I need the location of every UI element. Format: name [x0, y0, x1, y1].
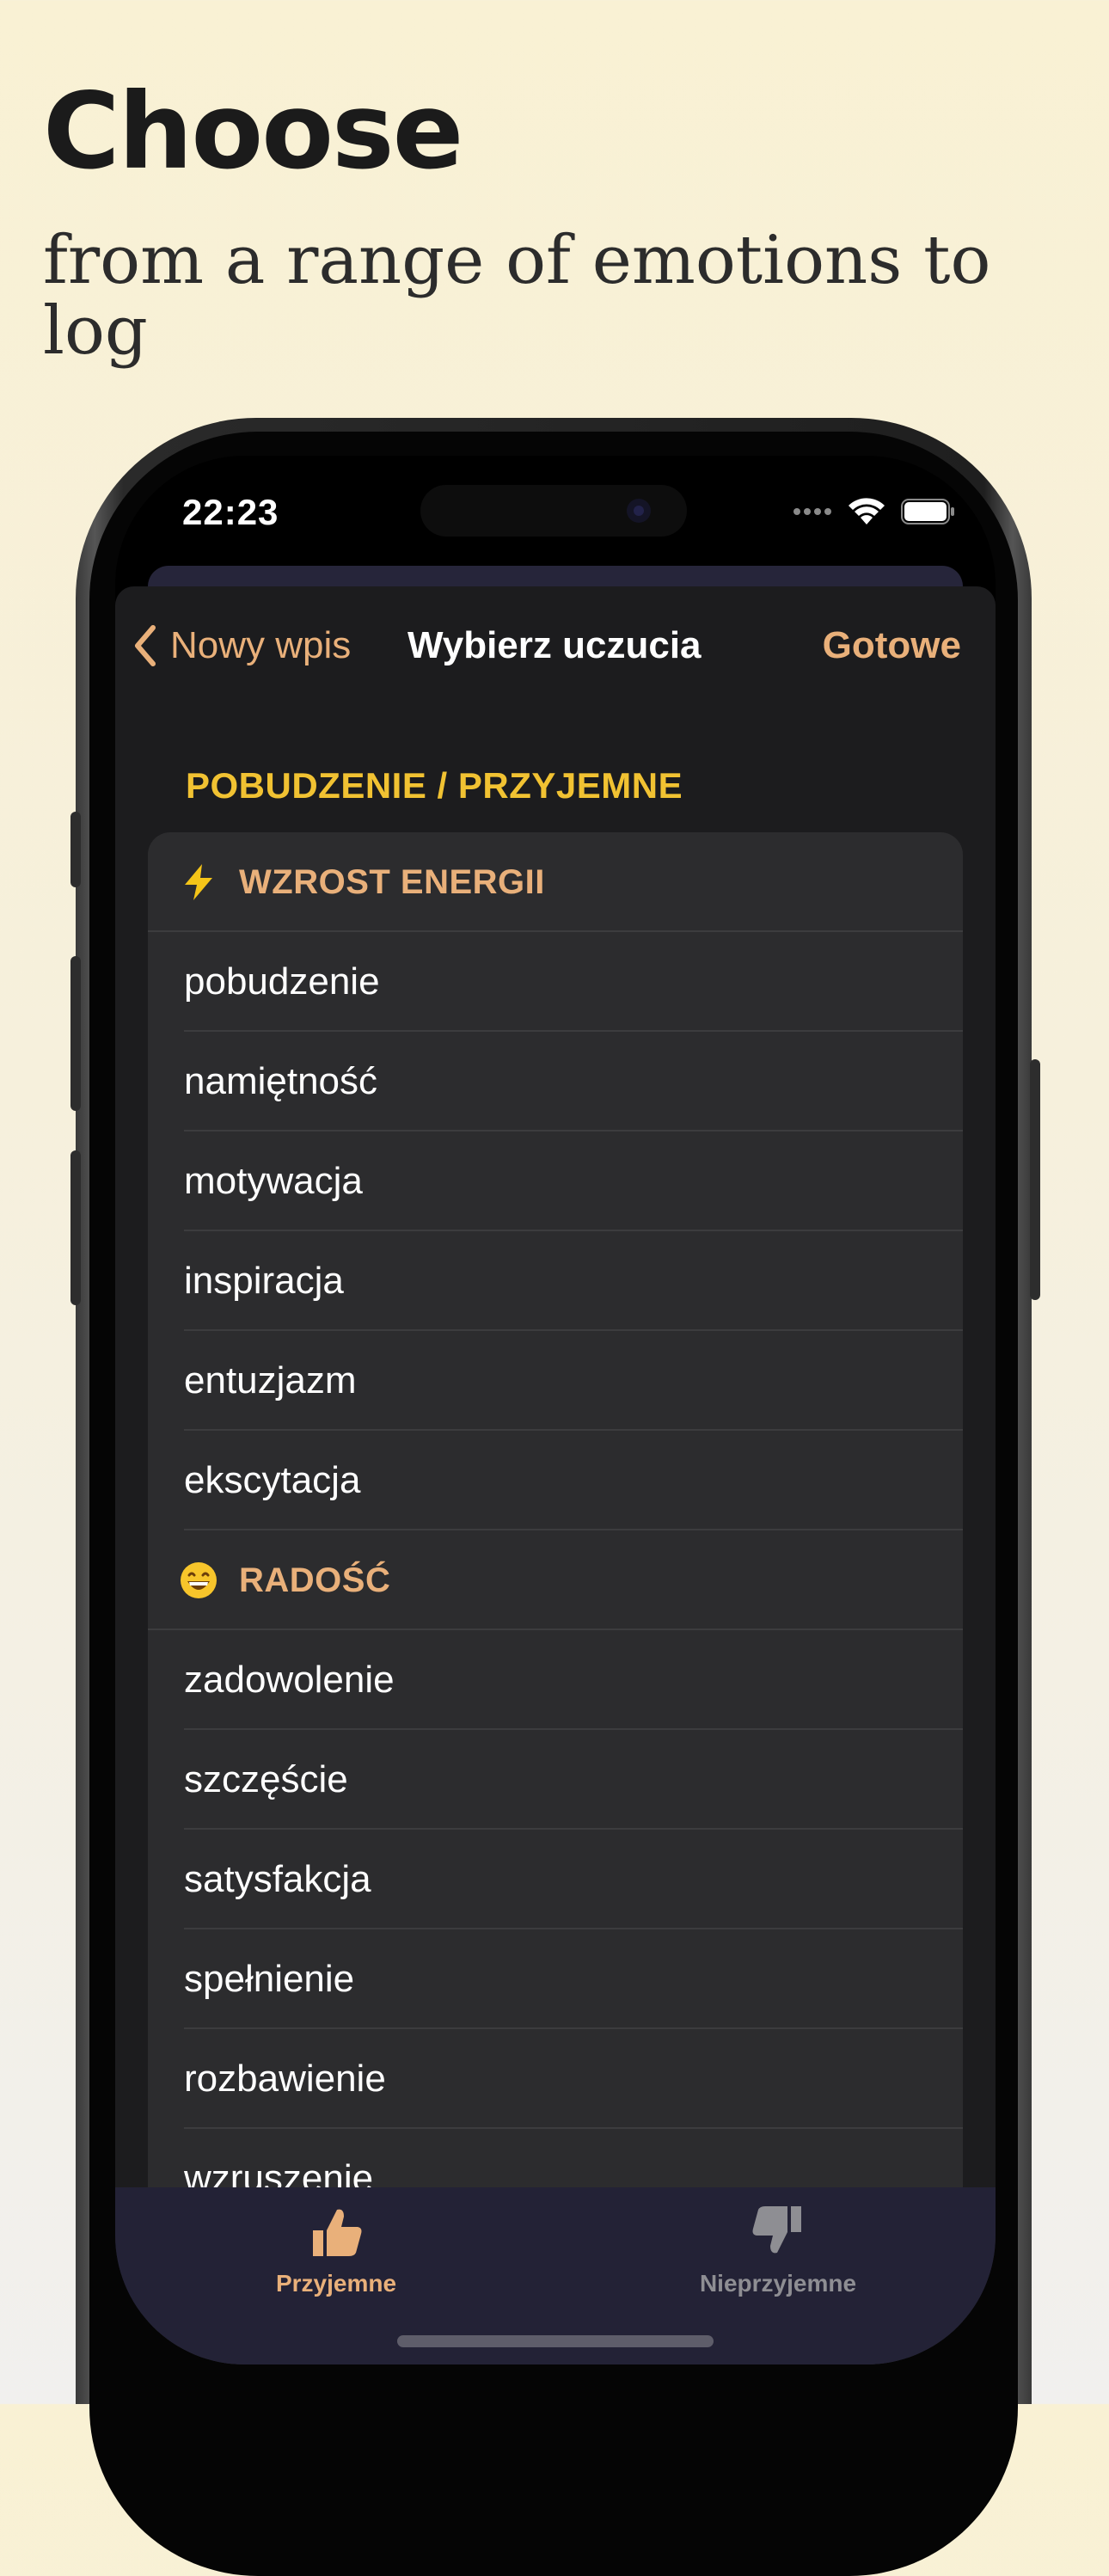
battery-icon [901, 499, 954, 524]
back-button-label: Nowy wpis [170, 624, 352, 666]
done-button[interactable]: Gotowe [823, 624, 961, 667]
emotion-label: szczęście [184, 1758, 348, 1800]
chevron-left-icon [135, 625, 156, 666]
emotion-row[interactable]: szczęście [148, 1730, 963, 1830]
emotion-row[interactable]: spełnienie [148, 1929, 963, 2029]
signal-dots-icon [793, 508, 831, 515]
emotion-row[interactable]: motywacja [148, 1132, 963, 1231]
status-time: 22:23 [182, 492, 279, 532]
emotion-row[interactable]: satysfakcja [148, 1830, 963, 1929]
tab-unpleasant[interactable]: Nieprzyjemne [649, 2201, 907, 2297]
headline: Choose [43, 71, 463, 193]
emotion-row[interactable]: pobudzenie [148, 932, 963, 1032]
emotion-label: satysfakcja [184, 1858, 371, 1900]
emotion-row[interactable]: rozbawienie [148, 2029, 963, 2129]
emotion-label: motywacja [184, 1160, 363, 1202]
wifi-icon [849, 498, 885, 524]
power-button [1030, 1059, 1040, 1300]
lightning-icon [179, 862, 218, 902]
group-label: RADOŚĆ [239, 1561, 391, 1599]
tab-unpleasant-label: Nieprzyjemne [699, 2270, 857, 2297]
emotion-label: pobudzenie [184, 960, 380, 1003]
grinning-face-icon [179, 1561, 218, 1600]
nav-title: Wybierz uczucia [407, 624, 702, 666]
thumbs-up-icon [313, 2209, 362, 2256]
tab-pleasant-label: Przyjemne [275, 2270, 397, 2297]
subline: from a range of emotions to log [43, 222, 991, 370]
group-header: RADOŚĆ [148, 1530, 963, 1630]
status-icons [793, 497, 956, 526]
group-header: WZROST ENERGII [148, 832, 963, 932]
thumbs-down-icon [752, 2206, 801, 2254]
emotion-label: ekscytacja [184, 1459, 361, 1501]
back-button[interactable]: Nowy wpis [132, 624, 351, 667]
dynamic-island [420, 485, 687, 537]
emotion-row[interactable]: zadowolenie [148, 1630, 963, 1730]
emotion-label: rozbawienie [184, 2058, 386, 2100]
emotion-label: namiętność [184, 1060, 378, 1102]
emotion-list: WZROST ENERGII pobudzenie namiętność motywa… [148, 832, 963, 2364]
emotion-row[interactable]: inspiracja [148, 1231, 963, 1331]
tab-pleasant[interactable]: Przyjemne [207, 2201, 465, 2297]
phone-screen: 22:23 Nowy wpis Wybierz uczucia Gotowe P… [115, 456, 996, 2364]
volume-down-button [70, 1150, 81, 1305]
home-indicator [397, 2335, 714, 2347]
volume-up-button [70, 956, 81, 1111]
emotion-label: zadowolenie [184, 1659, 395, 1701]
emotion-label: inspiracja [184, 1260, 344, 1302]
emotion-row[interactable]: entuzjazm [148, 1331, 963, 1431]
emotion-picker-sheet: Nowy wpis Wybierz uczucia Gotowe POBUDZE… [115, 586, 996, 2364]
emotion-row[interactable]: ekscytacja [148, 1431, 963, 1530]
camera-icon [627, 499, 651, 523]
group-label: WZROST ENERGII [239, 862, 545, 901]
tab-bar: Przyjemne Nieprzyjemne [115, 2187, 996, 2364]
emotion-label: spełnienie [184, 1958, 355, 2000]
section-header: POBUDZENIE / PRZYJEMNE [186, 765, 683, 806]
emotion-row[interactable]: namiętność [148, 1032, 963, 1132]
emotion-label: entuzjazm [184, 1359, 357, 1401]
mute-switch [70, 812, 81, 887]
